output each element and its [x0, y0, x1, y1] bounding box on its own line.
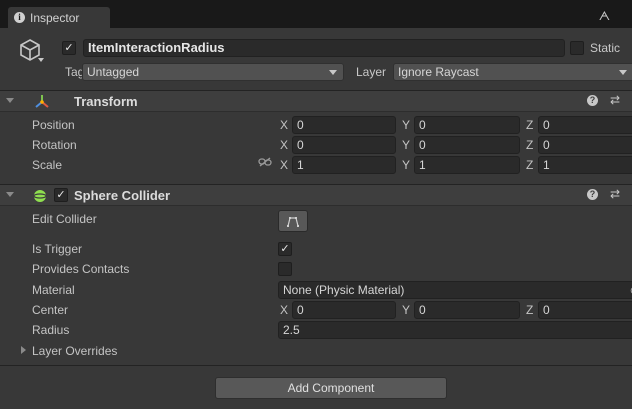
tag-value: Untagged: [87, 65, 140, 79]
rotation-label: Rotation: [32, 138, 77, 152]
divider: [0, 365, 632, 366]
position-x-field[interactable]: 0: [292, 116, 396, 134]
static-checkbox[interactable]: [570, 41, 584, 55]
rotation-z-field[interactable]: 0: [538, 136, 632, 154]
center-x-field[interactable]: 0: [292, 301, 396, 319]
chevron-down-icon: [619, 70, 627, 75]
center-z-label[interactable]: Z: [526, 303, 533, 317]
settings-icon[interactable]: ⇄: [610, 93, 620, 107]
layer-label: Layer: [356, 65, 387, 79]
scale-z-field[interactable]: 1: [538, 156, 632, 174]
scale-z-label[interactable]: Z: [526, 158, 533, 172]
layer-overrides-foldout-icon[interactable]: [21, 346, 26, 354]
static-label: Static: [590, 41, 621, 55]
position-y-field[interactable]: 0: [414, 116, 520, 134]
layer-value: Ignore Raycast: [398, 65, 479, 79]
tag-dropdown[interactable]: Untagged: [82, 63, 344, 81]
transform-header[interactable]: Transform ? ⇄: [0, 90, 632, 112]
position-label: Position: [32, 118, 75, 132]
foldout-arrow-icon[interactable]: [6, 192, 14, 197]
tab-label: Inspector: [30, 10, 80, 25]
provides-contacts-label: Provides Contacts: [32, 262, 130, 276]
radius-label: Radius: [32, 323, 70, 337]
chevron-down-icon: [329, 70, 337, 75]
rotation-y-field[interactable]: 0: [414, 136, 520, 154]
inspector-window: i Inspector ᗅ ✓ ItemInteractionRadius St…: [0, 0, 632, 409]
scale-x-label[interactable]: X: [280, 158, 288, 172]
material-value: None (Physic Material): [283, 283, 405, 297]
sphere-collider-icon: [33, 190, 47, 202]
scale-y-label[interactable]: Y: [402, 158, 410, 172]
edit-collider-icon: [287, 217, 299, 227]
center-label: Center: [32, 303, 69, 317]
rotation-x-field[interactable]: 0: [292, 136, 396, 154]
layer-dropdown[interactable]: Ignore Raycast: [393, 63, 632, 81]
help-icon[interactable]: ?: [587, 95, 598, 106]
settings-icon[interactable]: ⇄: [610, 187, 620, 201]
is-trigger-checkbox[interactable]: ✓: [278, 242, 292, 256]
material-object-field[interactable]: None (Physic Material) ⊙: [278, 281, 632, 299]
scale-x-field[interactable]: 1: [292, 156, 396, 174]
sphere-collider-header[interactable]: ✓ Sphere Collider ? ⇄: [0, 184, 632, 206]
center-z-field[interactable]: 0: [538, 301, 632, 319]
edit-collider-label: Edit Collider: [32, 212, 97, 226]
help-icon[interactable]: ?: [587, 189, 598, 200]
rotation-z-label[interactable]: Z: [526, 138, 533, 152]
rotation-y-label[interactable]: Y: [402, 138, 410, 152]
scale-y-field[interactable]: 1: [414, 156, 520, 174]
object-name-field[interactable]: ItemInteractionRadius: [83, 39, 565, 57]
position-z-label[interactable]: Z: [526, 118, 533, 132]
provides-contacts-checkbox[interactable]: [278, 262, 292, 276]
info-icon: i: [14, 12, 25, 23]
tab-inspector[interactable]: i Inspector: [8, 7, 110, 28]
scale-label: Scale: [32, 158, 63, 172]
edit-collider-button[interactable]: [278, 210, 308, 232]
foldout-arrow-icon[interactable]: [6, 98, 14, 103]
sphere-collider-title: Sphere Collider: [74, 188, 171, 203]
layer-overrides-label[interactable]: Layer Overrides: [32, 344, 117, 358]
position-x-label[interactable]: X: [280, 118, 288, 132]
sphere-collider-enabled-checkbox[interactable]: ✓: [54, 188, 68, 202]
center-x-label[interactable]: X: [280, 303, 288, 317]
material-label: Material: [32, 283, 75, 297]
constrain-proportions-icon[interactable]: [258, 157, 272, 167]
position-y-label[interactable]: Y: [402, 118, 410, 132]
position-z-field[interactable]: 0: [538, 116, 632, 134]
add-component-button[interactable]: Add Component: [215, 377, 447, 399]
icon-dropdown-caret[interactable]: [38, 58, 44, 62]
transform-title: Transform: [74, 94, 138, 109]
active-checkbox[interactable]: ✓: [62, 41, 76, 55]
is-trigger-label: Is Trigger: [32, 242, 83, 256]
center-y-field[interactable]: 0: [414, 301, 520, 319]
tab-bar: i Inspector ᗅ: [0, 0, 632, 28]
radius-field[interactable]: 2.5: [278, 321, 632, 339]
transform-axes-icon: [35, 95, 49, 108]
lock-icon[interactable]: ᗅ: [599, 9, 610, 24]
rotation-x-label[interactable]: X: [280, 138, 288, 152]
center-y-label[interactable]: Y: [402, 303, 410, 317]
